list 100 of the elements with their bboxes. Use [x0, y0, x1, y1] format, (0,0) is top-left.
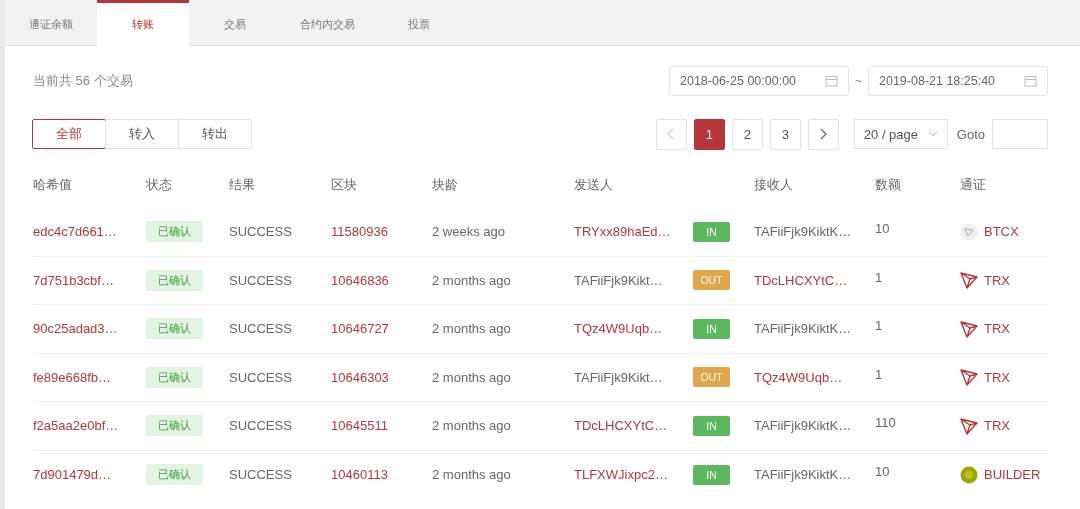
hash-link[interactable]: fe89e668fb…: [33, 369, 112, 385]
previous-page-button[interactable]: [655, 118, 687, 150]
receiver-address: TAFiiFjk9KiktK…: [754, 467, 852, 483]
sender-link[interactable]: TRYxx89haEd…: [574, 224, 671, 240]
age-text: 2 months ago: [432, 418, 511, 434]
page-button[interactable]: 2: [731, 118, 763, 150]
goto-input[interactable]: [992, 119, 1048, 149]
token-link[interactable]: TRX: [984, 272, 1010, 288]
age-text: 2 weeks ago: [432, 224, 505, 240]
age-text: 2 months ago: [432, 272, 511, 288]
sender-address: TAFiiFjk9Kikt…: [574, 369, 663, 385]
page-button[interactable]: 3: [769, 118, 801, 150]
goto-label: Goto: [956, 126, 985, 142]
status-badge: 已确认: [146, 464, 203, 486]
coin-icon: [960, 465, 978, 484]
result-text: SUCCESS: [229, 272, 292, 288]
triangle-logo-icon: [960, 319, 978, 338]
amount-text: 10: [875, 464, 890, 480]
hash-link[interactable]: 90c25adad3…: [33, 321, 118, 337]
block-link[interactable]: 10646727: [331, 321, 389, 337]
sender-link[interactable]: TLFXWJixpc2…: [574, 467, 668, 483]
result-text: SUCCESS: [229, 321, 292, 337]
receiver-link[interactable]: TDcLHCXYtC…: [754, 272, 848, 288]
start-date-field[interactable]: 2018-06-25 00:00:00: [669, 66, 849, 96]
chevron-left-icon: [667, 128, 676, 140]
status-badge: 已确认: [146, 366, 203, 388]
range-separator: ~: [855, 74, 862, 88]
hash-link[interactable]: edc4c7d661…: [33, 224, 117, 240]
direction-badge: IN: [693, 318, 730, 339]
receiver-address: TAFiiFjk9KiktK…: [754, 418, 852, 434]
amount-text: 1: [875, 269, 883, 285]
direction-badge: OUT: [693, 270, 730, 291]
column-header: 哈希值: [33, 176, 72, 194]
sender-link[interactable]: TQz4W9Uqb…: [574, 321, 663, 337]
direction-badge: OUT: [693, 367, 730, 388]
filter-button[interactable]: 全部: [32, 119, 106, 149]
triangle-logo-icon: [960, 271, 978, 290]
sender-link[interactable]: TDcLHCXYtC…: [574, 418, 668, 434]
result-text: SUCCESS: [229, 467, 292, 483]
block-link[interactable]: 10460113: [331, 467, 388, 483]
page-button[interactable]: 1: [693, 118, 725, 150]
age-text: 2 months ago: [432, 321, 511, 337]
triangle-logo-icon: [960, 368, 978, 387]
token-link[interactable]: BTCX: [984, 224, 1019, 240]
amount-text: 10: [875, 221, 890, 237]
page-size-select[interactable]: 20 / page: [853, 119, 948, 149]
status-badge: 已确认: [146, 415, 203, 437]
result-text: SUCCESS: [229, 224, 292, 240]
direction-badge: IN: [693, 415, 730, 436]
hash-link[interactable]: f2a5aa2e0bf…: [33, 418, 119, 434]
column-header: 接收人: [754, 176, 793, 194]
end-date-field[interactable]: 2019-08-21 18:25:40: [868, 66, 1048, 96]
block-link[interactable]: 10646303: [331, 369, 389, 385]
tab[interactable]: 合约内交易: [281, 0, 373, 46]
tab[interactable]: 转账: [97, 0, 189, 46]
tab[interactable]: 通证余额: [5, 0, 97, 46]
token-link[interactable]: TRX: [984, 369, 1010, 385]
hash-link[interactable]: 7d751b3cbf…: [33, 272, 114, 288]
chevron-down-icon: [927, 131, 938, 137]
status-badge: 已确认: [146, 269, 203, 291]
sender-address: TAFiiFjk9Kikt…: [574, 272, 663, 288]
receiver-address: TAFiiFjk9KiktK…: [754, 224, 852, 240]
token-link[interactable]: TRX: [984, 418, 1010, 434]
filter-button[interactable]: 转入: [105, 119, 179, 149]
tab[interactable]: 投票: [373, 0, 465, 46]
block-link[interactable]: 10645511: [331, 418, 388, 434]
block-link[interactable]: 11580936: [331, 224, 388, 240]
direction-badge: IN: [693, 464, 730, 485]
age-text: 2 months ago: [432, 369, 511, 385]
triangle-logo-icon: [960, 416, 978, 435]
column-header: 数额: [875, 176, 901, 194]
receiver-link[interactable]: TQz4W9Uqb…: [754, 369, 843, 385]
amount-text: 110: [875, 415, 896, 431]
result-text: SUCCESS: [229, 369, 292, 385]
receiver-address: TAFiiFjk9KiktK…: [754, 321, 852, 337]
calendar-icon: [825, 75, 838, 87]
result-text: SUCCESS: [229, 418, 292, 434]
amount-text: 1: [875, 318, 883, 334]
status-badge: 已确认: [146, 318, 203, 340]
chevron-right-icon: [819, 128, 828, 140]
token-link[interactable]: BUILDER: [984, 467, 1041, 483]
block-link[interactable]: 10646836: [331, 272, 389, 288]
token-link[interactable]: TRX: [984, 321, 1010, 337]
status-badge: 已确认: [146, 221, 203, 243]
calendar-icon: [1024, 75, 1037, 87]
column-header: 状态: [146, 176, 172, 194]
transaction-count: 当前共 56 个交易: [33, 72, 133, 90]
direction-badge: IN: [693, 221, 730, 242]
next-page-button[interactable]: [807, 118, 839, 150]
age-text: 2 months ago: [432, 467, 511, 483]
tab[interactable]: 交易: [189, 0, 281, 46]
coin-icon: [960, 222, 978, 241]
column-header: 发送人: [574, 176, 613, 194]
column-header: 通证: [960, 176, 986, 194]
column-header: 区块: [331, 176, 357, 194]
amount-text: 1: [875, 366, 883, 382]
filter-button[interactable]: 转出: [178, 119, 252, 149]
hash-link[interactable]: 7d901479d…: [33, 467, 112, 483]
column-header: 块龄: [432, 176, 458, 194]
column-header: 结果: [229, 176, 255, 194]
